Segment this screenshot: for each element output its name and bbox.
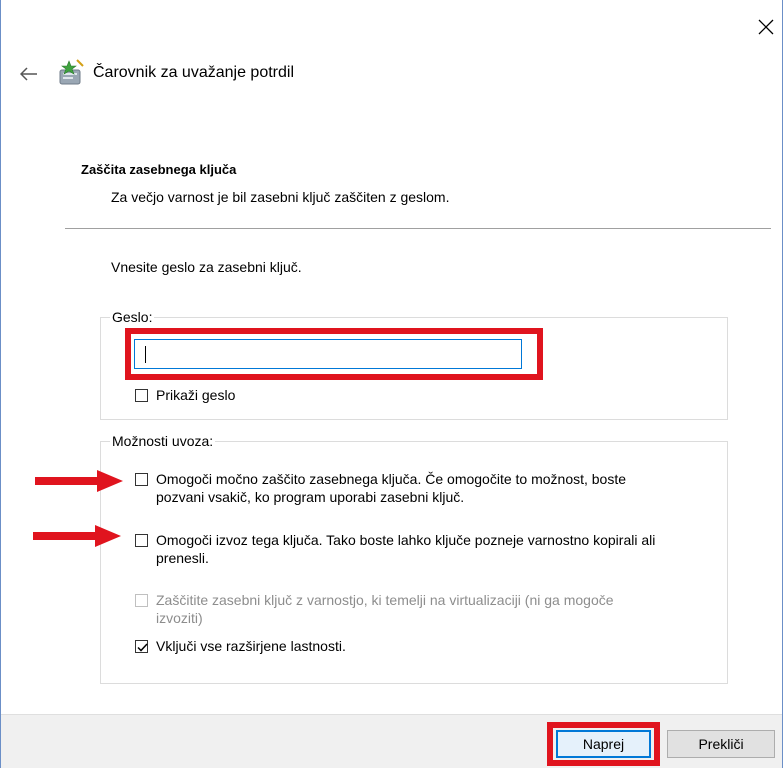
wizard-title: Čarovnik za uvažanje potrdil xyxy=(93,64,294,81)
virtualization-security-label: Zaščitite zasebni ključ z varnostjo, ki … xyxy=(156,592,614,626)
footer-bar xyxy=(1,714,782,768)
extended-properties-checkbox[interactable] xyxy=(135,640,148,653)
section-title: Zaščita zasebnega ključa xyxy=(81,162,237,177)
close-icon xyxy=(758,19,774,35)
show-password-label: Prikaži geslo xyxy=(156,387,236,403)
red-arrow-icon xyxy=(35,470,123,492)
show-password-checkbox[interactable] xyxy=(135,389,148,402)
text-caret xyxy=(145,346,146,363)
strong-protection-label: Omogoči močno zaščito zasebnega ključa. … xyxy=(156,471,627,505)
exportable-key-checkbox[interactable] xyxy=(135,534,148,547)
next-button[interactable]: Naprej xyxy=(556,730,651,758)
back-arrow-icon xyxy=(20,67,37,81)
red-arrow-icon xyxy=(33,525,121,547)
exportable-key-label: Omogoči izvoz tega ključa. Tako boste la… xyxy=(156,532,656,566)
header-divider xyxy=(65,228,771,229)
password-input[interactable] xyxy=(134,339,522,369)
virtualization-security-checkbox xyxy=(135,594,148,607)
password-group-legend: Geslo: xyxy=(110,309,155,325)
section-description: Za večjo varnost je bil zasebni ključ za… xyxy=(111,189,450,205)
cancel-button[interactable]: Prekliči xyxy=(667,730,775,758)
intro-text: Vnesite geslo za zasebni ključ. xyxy=(111,259,302,275)
wizard-window: Čarovnik za uvažanje potrdil Zaščita zas… xyxy=(0,0,783,768)
import-options-legend: Možnosti uvoza: xyxy=(110,433,216,449)
back-button[interactable] xyxy=(15,60,43,88)
strong-protection-checkbox[interactable] xyxy=(135,473,148,486)
certificate-wizard-icon xyxy=(59,59,84,85)
close-button[interactable] xyxy=(749,10,783,44)
checkmark-icon xyxy=(137,643,148,652)
extended-properties-label: Vključi vse razširjene lastnosti. xyxy=(156,638,346,654)
